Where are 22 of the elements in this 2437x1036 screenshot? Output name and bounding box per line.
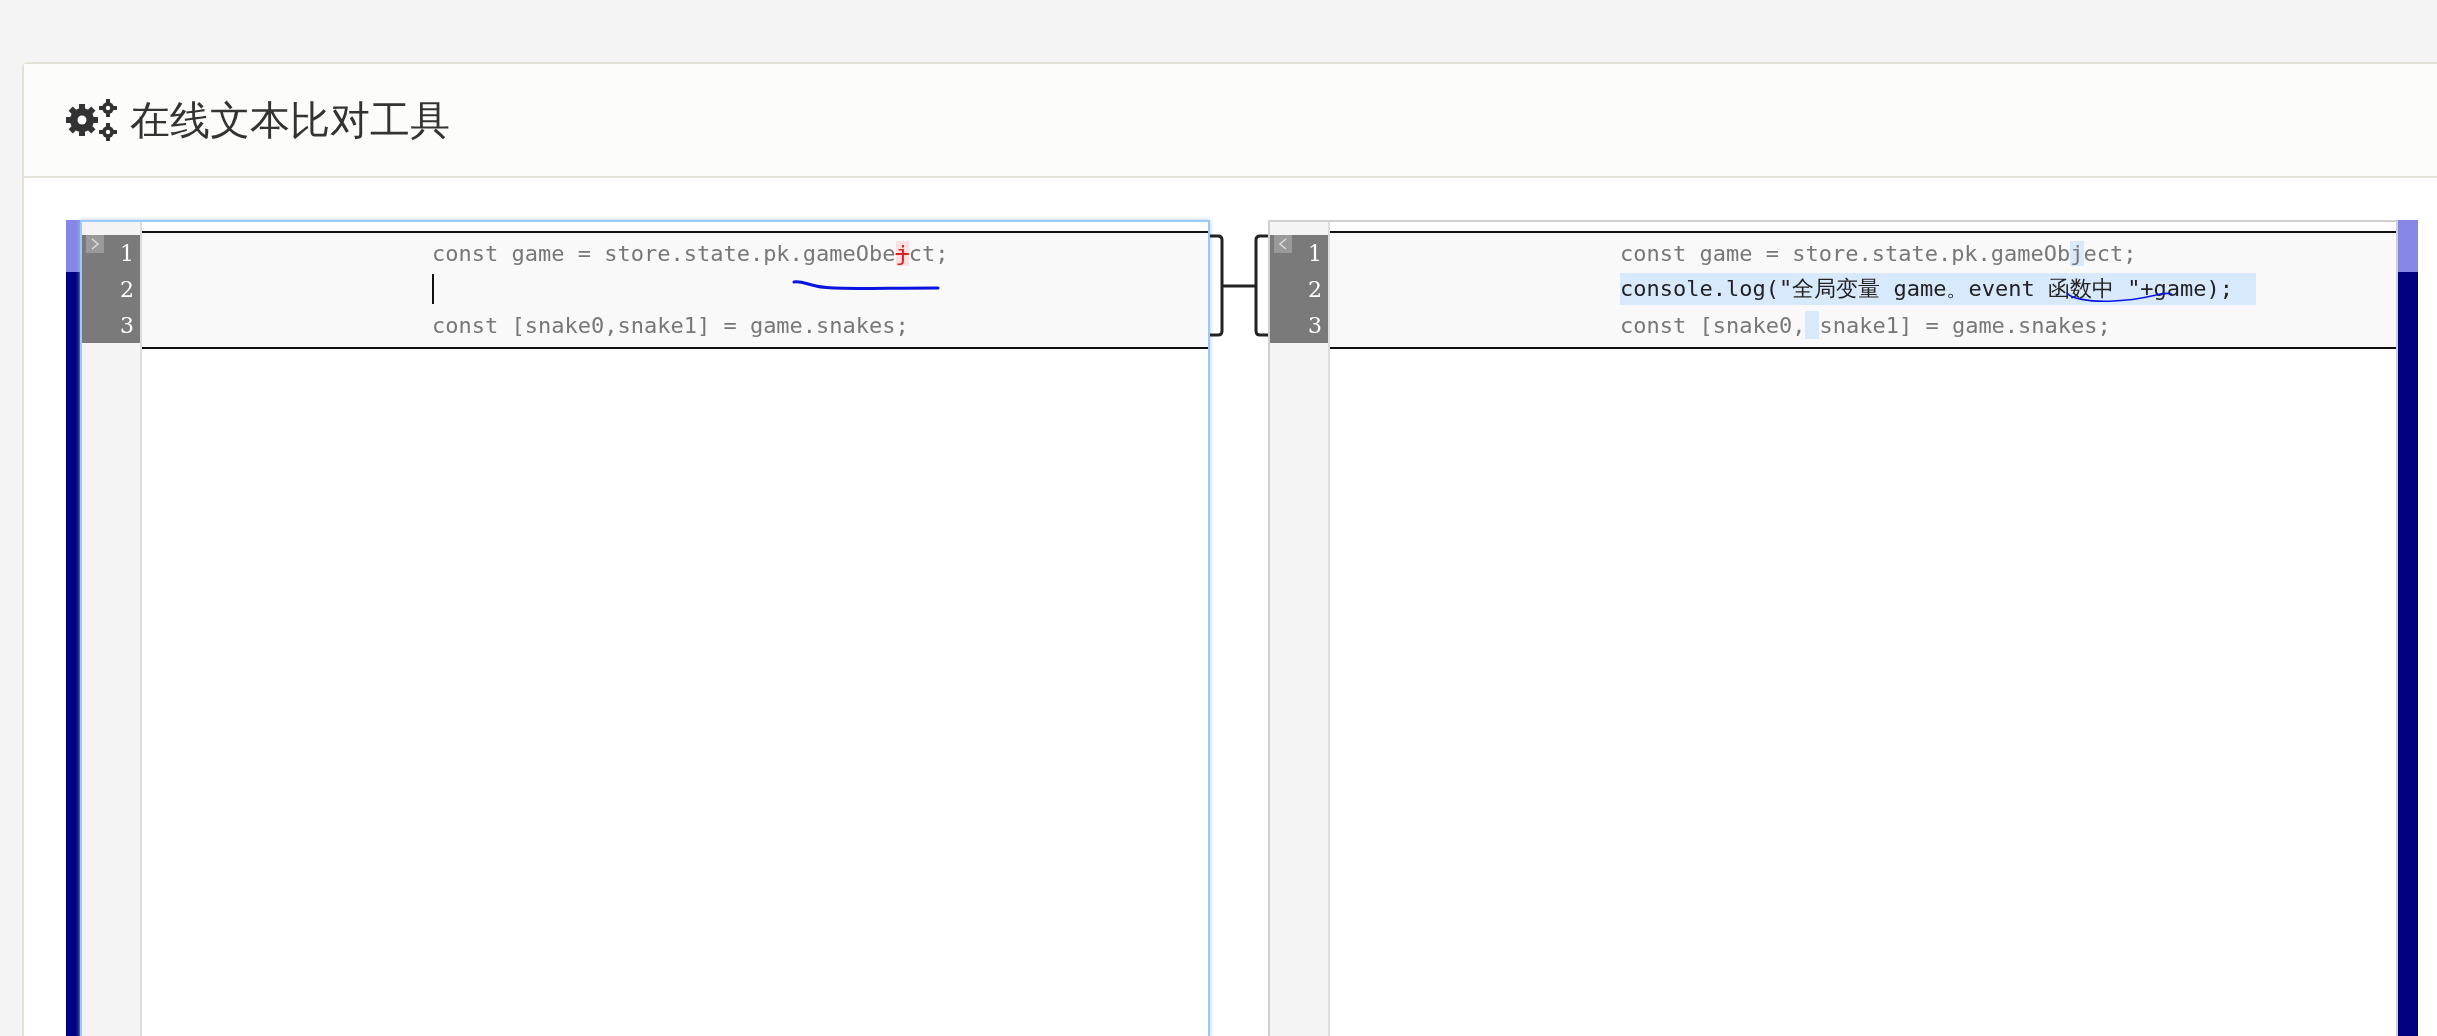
code-text: ect; [2083,240,2137,266]
line-number: 3 [1308,312,1322,338]
right-editor[interactable]: 1 2 3 const game = store.state.pk.gameObj ect; console.log("全局变量 game。event 函数中 "+game); const [snake0, snake1] = game.snakes; [1268,220,2398,1036]
code-text: ct; [908,240,949,266]
merge-right-icon[interactable] [86,235,104,253]
line-number: 1 [120,240,134,266]
page-title: 在线文本比对工具 [130,95,450,145]
deleted-text: j [895,240,909,266]
left-editor[interactable]: 1 2 3 const game = store.state.pk.gameObej ct; const [snake0,snake1] = game.snakes; [80,220,1210,1036]
code-text: const [snake0, [1620,312,1806,338]
merge-left-icon[interactable] [1274,235,1292,253]
line-number: 2 [120,276,134,302]
line-number: 1 [1308,240,1322,266]
line-number: 2 [1308,276,1322,302]
code-text: const game = store.state.pk.gameObe [432,240,896,266]
inserted-space-highlight [1805,311,1820,339]
inserted-text: j [2070,240,2084,266]
code-text: snake1] = game.snakes; [1819,312,2111,338]
code-text: const game = store.state.pk.gameOb [1620,240,2071,266]
gears-icon [64,98,120,142]
code-text: const [snake0,snake1] = game.snakes; [432,312,909,338]
line-number: 3 [120,312,134,338]
